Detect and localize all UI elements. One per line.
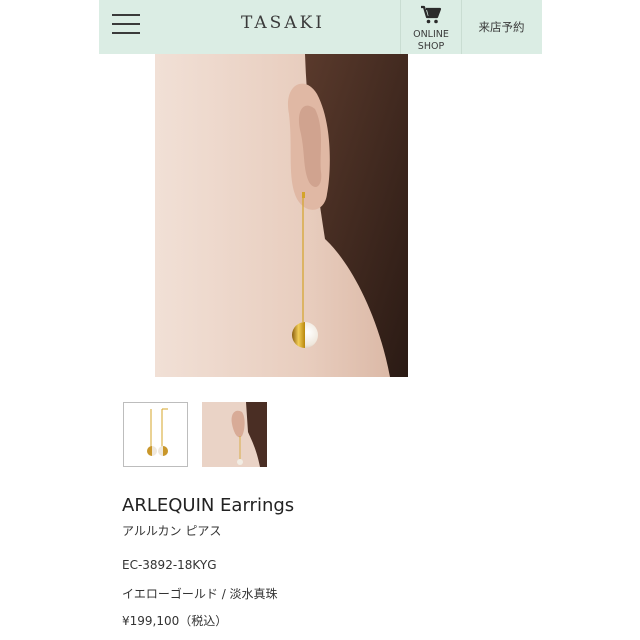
online-shop-label-line2: SHOP (417, 40, 445, 52)
site-logo[interactable]: TASAKI (223, 13, 343, 33)
product-main-image (155, 54, 408, 377)
thumbnail-earring[interactable] (123, 402, 188, 467)
hamburger-line (112, 32, 140, 34)
hamburger-line (112, 14, 140, 16)
product-code: EC-3892-18KYG (122, 558, 217, 572)
online-shop-label-line1: ONLINE (413, 29, 449, 40)
store-reservation-button[interactable]: 来店予約 (461, 0, 542, 54)
thumbnail-model[interactable] (202, 402, 267, 467)
cart-icon (421, 5, 442, 24)
product-title: ARLEQUIN Earrings (122, 495, 295, 516)
menu-button[interactable] (99, 0, 157, 54)
hamburger-line (112, 23, 140, 25)
product-subtitle: アルルカン ピアス (122, 524, 222, 538)
site-header: TASAKI ONLINE SHOP 来店予約 (99, 0, 542, 54)
product-price: ¥199,100（税込） (122, 614, 228, 628)
product-material: イエローゴールド / 淡水真珠 (122, 587, 278, 601)
online-shop-button[interactable]: ONLINE SHOP (400, 0, 462, 54)
